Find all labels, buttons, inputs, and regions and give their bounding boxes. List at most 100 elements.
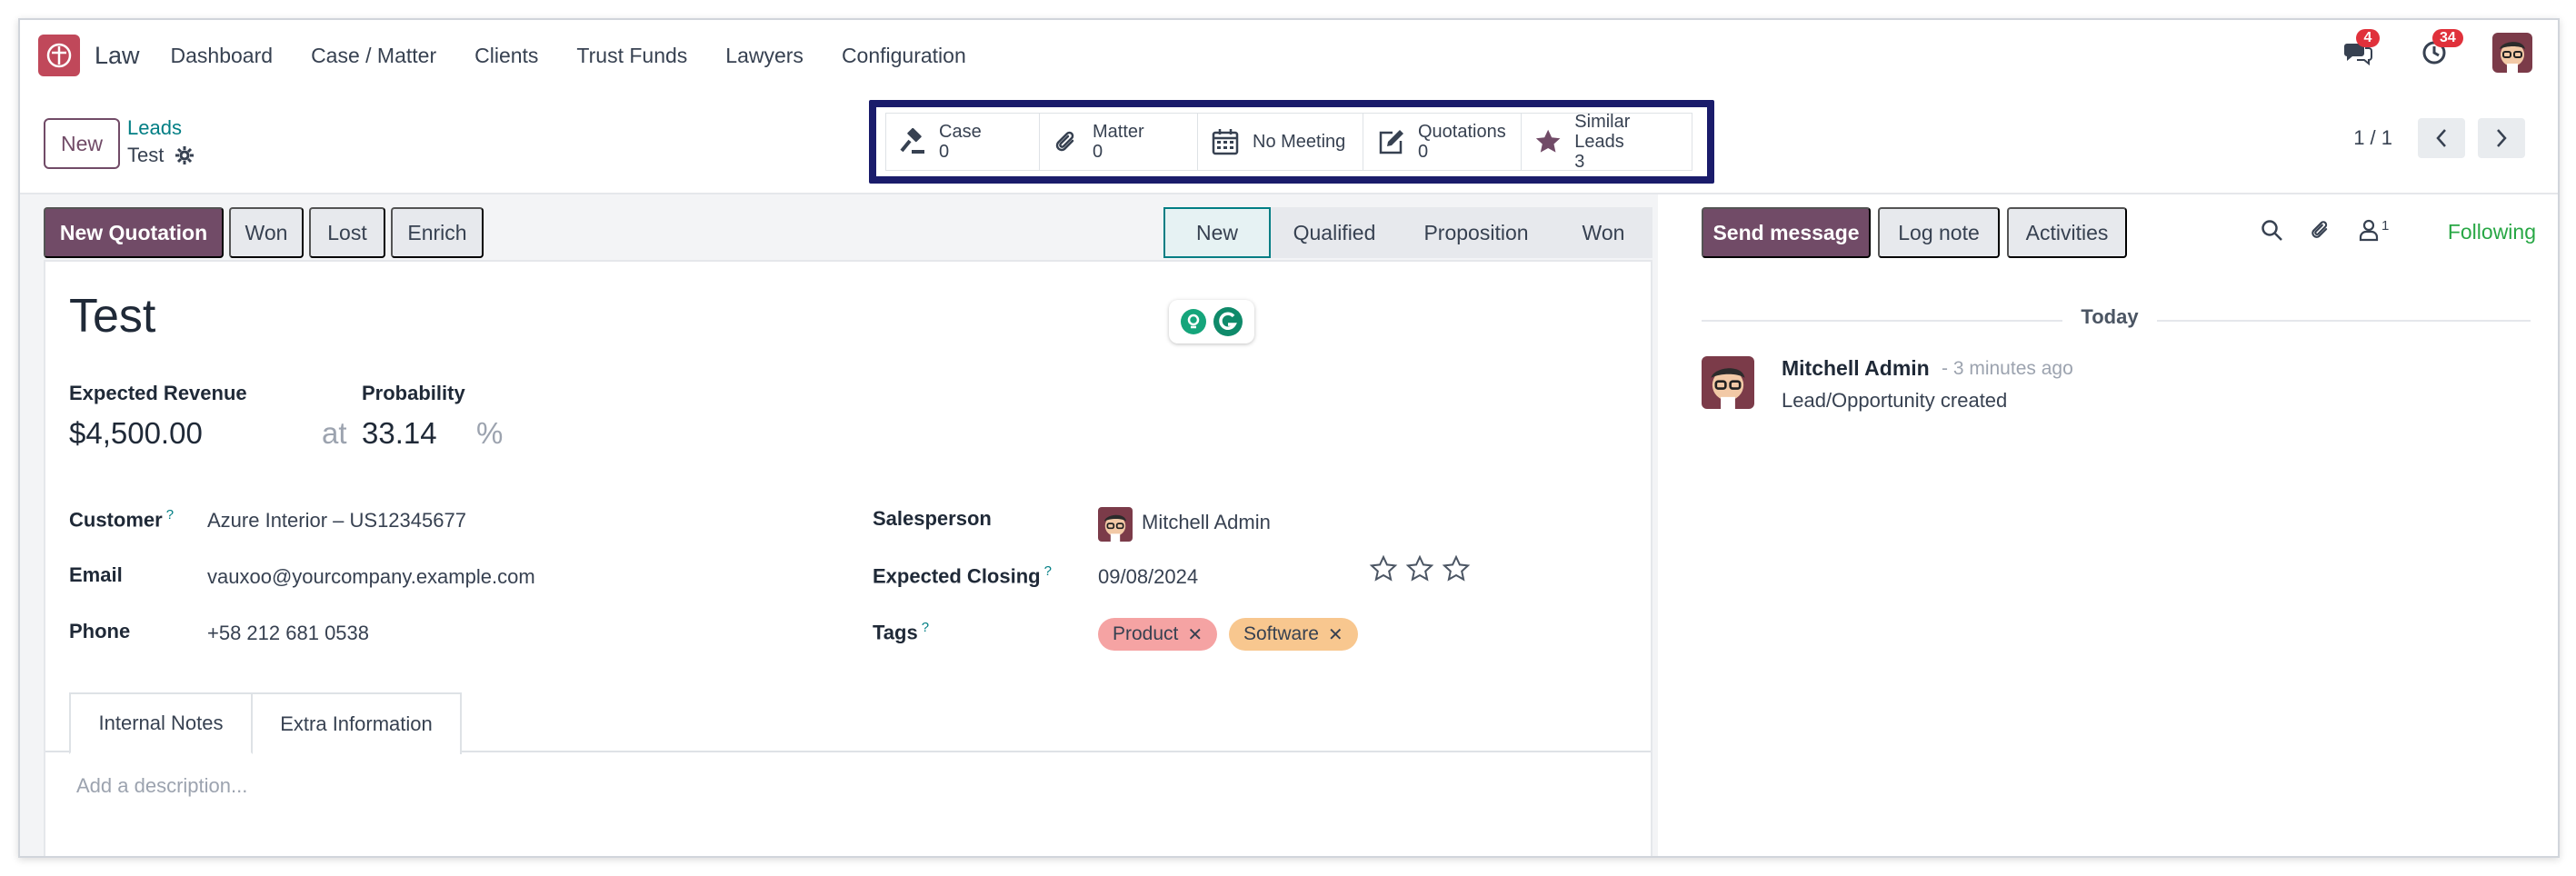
- lead-title[interactable]: Test: [69, 289, 155, 343]
- gear-icon[interactable]: [175, 145, 195, 165]
- activities-button[interactable]: 34: [2416, 29, 2463, 71]
- breadcrumb-leads[interactable]: Leads: [127, 116, 182, 140]
- menu-configuration[interactable]: Configuration: [842, 44, 966, 68]
- stage-new[interactable]: New: [1163, 207, 1271, 258]
- salesperson-avatar: [1098, 507, 1133, 542]
- phone-field[interactable]: +58 212 681 0538: [207, 622, 369, 645]
- pager-value[interactable]: 1 / 1: [2353, 126, 2392, 150]
- description-input[interactable]: Add a description...: [76, 774, 247, 798]
- activities-badge: 34: [2432, 29, 2463, 47]
- search-icon[interactable]: [2260, 218, 2283, 242]
- tag-remove-icon[interactable]: ✕: [1187, 623, 1203, 646]
- percent-label: %: [476, 416, 504, 450]
- chatter-panel: Send message Log note Activities 1 Follo…: [1658, 194, 2558, 856]
- expected-revenue-field[interactable]: $4,500.00: [69, 416, 203, 451]
- email-field[interactable]: vauxoo@yourcompany.example.com: [207, 565, 535, 589]
- lost-button[interactable]: Lost: [309, 207, 385, 258]
- smart-buttons-box: Case 0 Matter 0 No Meeting Quotations 0 Sim…: [869, 100, 1714, 184]
- star-outline-icon[interactable]: [1369, 554, 1398, 583]
- breadcrumb-current-label: Test: [127, 144, 165, 166]
- followers-button[interactable]: 1: [2358, 218, 2389, 242]
- menu-dashboard[interactable]: Dashboard: [171, 44, 274, 68]
- smart-label: Case: [939, 122, 982, 142]
- pager: 1 / 1: [2353, 118, 2525, 158]
- grammarly-icon: [1213, 307, 1243, 336]
- tag-label: Product: [1113, 623, 1179, 644]
- form-sheet: Test Expected Revenue Probability $4,500…: [44, 260, 1652, 856]
- smart-button-case[interactable]: Case 0: [885, 113, 1040, 171]
- at-label: at: [322, 416, 347, 450]
- salesperson-label: Salesperson: [873, 507, 992, 530]
- activities-button[interactable]: Activities: [2007, 207, 2127, 258]
- stage-proposition[interactable]: Proposition: [1398, 207, 1554, 258]
- tag-label: Software: [1243, 623, 1319, 644]
- lightbulb-icon: [1181, 309, 1206, 334]
- chevron-right-icon: [2497, 129, 2507, 147]
- messages-button[interactable]: 4: [2340, 29, 2380, 71]
- star-outline-icon[interactable]: [1405, 554, 1434, 583]
- message-body: Lead/Opportunity created: [1782, 389, 2008, 412]
- enrich-button[interactable]: Enrich: [391, 207, 484, 258]
- probability-field[interactable]: 33.14: [362, 416, 437, 451]
- message-author[interactable]: Mitchell Admin: [1782, 356, 1930, 381]
- tab-extra-information[interactable]: Extra Information: [253, 692, 462, 754]
- salesperson-field[interactable]: Mitchell Admin: [1142, 511, 1271, 534]
- customer-label-text: Customer: [69, 508, 163, 532]
- customer-field[interactable]: Azure Interior – US12345677: [207, 509, 466, 533]
- message-avatar[interactable]: [1702, 356, 1754, 409]
- edit-icon: [1379, 130, 1403, 154]
- control-panel: New Leads Test Case 0 Matter 0 No Meeting …: [20, 91, 2558, 194]
- help-mark[interactable]: ?: [166, 507, 174, 523]
- grammarly-widget[interactable]: [1169, 300, 1254, 343]
- message-time: - 3 minutes ago: [1942, 358, 2073, 379]
- menu-trust-funds[interactable]: Trust Funds: [576, 44, 687, 68]
- status-bar: New Quotation Won Lost Enrich New Qualif…: [44, 207, 1652, 258]
- app-window: Law Dashboard Case / Matter Clients Trus…: [18, 18, 2560, 858]
- new-quotation-button[interactable]: New Quotation: [44, 207, 224, 258]
- followers-count: 1: [2381, 218, 2390, 234]
- breadcrumb-current: Test: [127, 144, 195, 167]
- date-separator: Today: [1658, 305, 2558, 329]
- expected-closing-label: Expected Closing?: [873, 563, 1052, 588]
- date-separator-label: Today: [2062, 305, 2157, 328]
- stage-qualified[interactable]: Qualified: [1271, 207, 1398, 258]
- expected-revenue-label: Expected Revenue: [69, 382, 247, 404]
- pager-next-button[interactable]: [2478, 118, 2525, 158]
- smart-button-quotations[interactable]: Quotations 0: [1363, 113, 1522, 171]
- following-button[interactable]: Following: [2448, 220, 2536, 244]
- tag-remove-icon[interactable]: ✕: [1328, 623, 1343, 646]
- app-name[interactable]: Law: [95, 42, 140, 70]
- star-outline-icon[interactable]: [1442, 554, 1471, 583]
- stage-won[interactable]: Won: [1554, 207, 1652, 258]
- new-button[interactable]: New: [44, 118, 120, 169]
- chatter-tools: 1: [2260, 218, 2389, 242]
- user-icon: [2359, 219, 2379, 242]
- help-mark[interactable]: ?: [1044, 563, 1052, 579]
- app-icon[interactable]: [38, 35, 80, 76]
- send-message-button[interactable]: Send message: [1702, 207, 1871, 258]
- user-avatar[interactable]: [2492, 33, 2532, 73]
- smart-button-meeting[interactable]: No Meeting: [1198, 113, 1363, 171]
- chevron-left-icon: [2436, 129, 2446, 147]
- tag-product[interactable]: Product ✕: [1098, 618, 1218, 651]
- tags-label: Tags?: [873, 620, 929, 644]
- tab-internal-notes[interactable]: Internal Notes: [69, 692, 253, 754]
- help-mark[interactable]: ?: [922, 620, 929, 635]
- tag-software[interactable]: Software ✕: [1229, 618, 1358, 651]
- menu-clients[interactable]: Clients: [474, 44, 538, 68]
- won-button[interactable]: Won: [229, 207, 304, 258]
- tags-label-text: Tags: [873, 621, 918, 644]
- smart-button-similar-leads[interactable]: Similar Leads 3: [1522, 112, 1692, 172]
- log-note-button[interactable]: Log note: [1878, 207, 2000, 258]
- expected-closing-field[interactable]: 09/08/2024: [1098, 565, 1198, 589]
- menu-case-matter[interactable]: Case / Matter: [311, 44, 436, 68]
- priority-stars: [1369, 554, 1471, 583]
- paperclip-icon[interactable]: [2309, 218, 2332, 242]
- menu-lawyers[interactable]: Lawyers: [725, 44, 804, 68]
- paperclip-icon: [1055, 131, 1074, 152]
- smart-label: Similar Leads: [1574, 112, 1631, 152]
- smart-button-matter[interactable]: Matter 0: [1040, 113, 1198, 171]
- smart-value: 3: [1574, 152, 1585, 172]
- stage-pipeline: New Qualified Proposition Won: [1163, 207, 1652, 258]
- pager-previous-button[interactable]: [2418, 118, 2465, 158]
